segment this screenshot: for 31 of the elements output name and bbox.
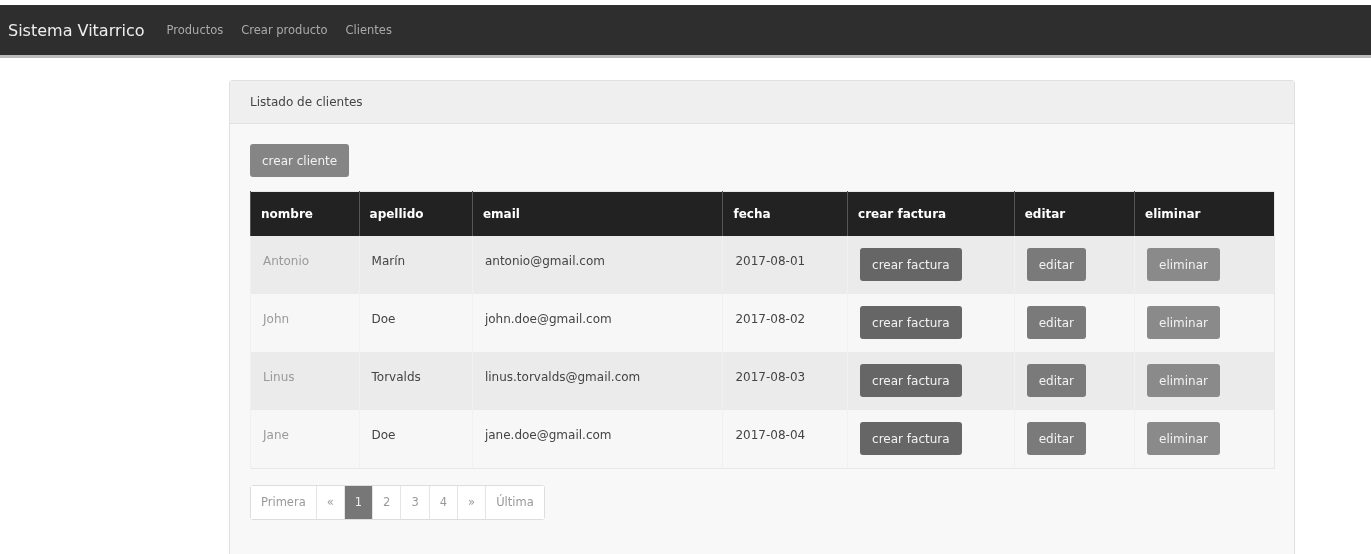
delete-button[interactable]: eliminar <box>1147 248 1220 281</box>
column-header: apellido <box>359 191 473 236</box>
create-client-button[interactable]: crear cliente <box>250 144 350 177</box>
nav-link[interactable]: Productos <box>166 23 224 37</box>
edit-button[interactable]: editar <box>1026 248 1086 281</box>
brand-title[interactable]: Sistema Vitarrico <box>8 20 145 40</box>
page-link[interactable]: 1 <box>343 485 373 519</box>
table-cell: Jane <box>250 410 360 468</box>
column-header: email <box>472 191 723 236</box>
create-invoice-button[interactable]: crear factura <box>860 306 962 339</box>
create-invoice-button[interactable]: crear factura <box>860 422 962 455</box>
column-header: crear factura <box>847 191 1015 236</box>
column-header: nombre <box>250 191 360 236</box>
delete-button[interactable]: eliminar <box>1147 306 1220 339</box>
delete-button[interactable]: eliminar <box>1147 364 1220 397</box>
create-invoice-button[interactable]: crear factura <box>860 364 962 397</box>
column-header: fecha <box>722 191 848 236</box>
table-cell: Doe <box>359 410 473 468</box>
table-cell: jane.doe@gmail.com <box>472 410 723 468</box>
table-cell: 2017-08-04 <box>722 410 848 468</box>
edit-button[interactable]: editar <box>1026 306 1086 339</box>
column-header: eliminar <box>1134 191 1275 236</box>
delete-button[interactable]: eliminar <box>1147 422 1220 455</box>
create-invoice-button[interactable]: crear factura <box>860 248 962 281</box>
page-link[interactable]: Última <box>485 485 544 519</box>
edit-button[interactable]: editar <box>1026 422 1086 455</box>
panel-header: Listado de clientes <box>230 81 1294 124</box>
nav-link[interactable]: Crear producto <box>241 23 328 37</box>
column-header: editar <box>1014 191 1135 236</box>
edit-button[interactable]: editar <box>1026 364 1086 397</box>
nav-link[interactable]: Clientes <box>345 23 392 37</box>
